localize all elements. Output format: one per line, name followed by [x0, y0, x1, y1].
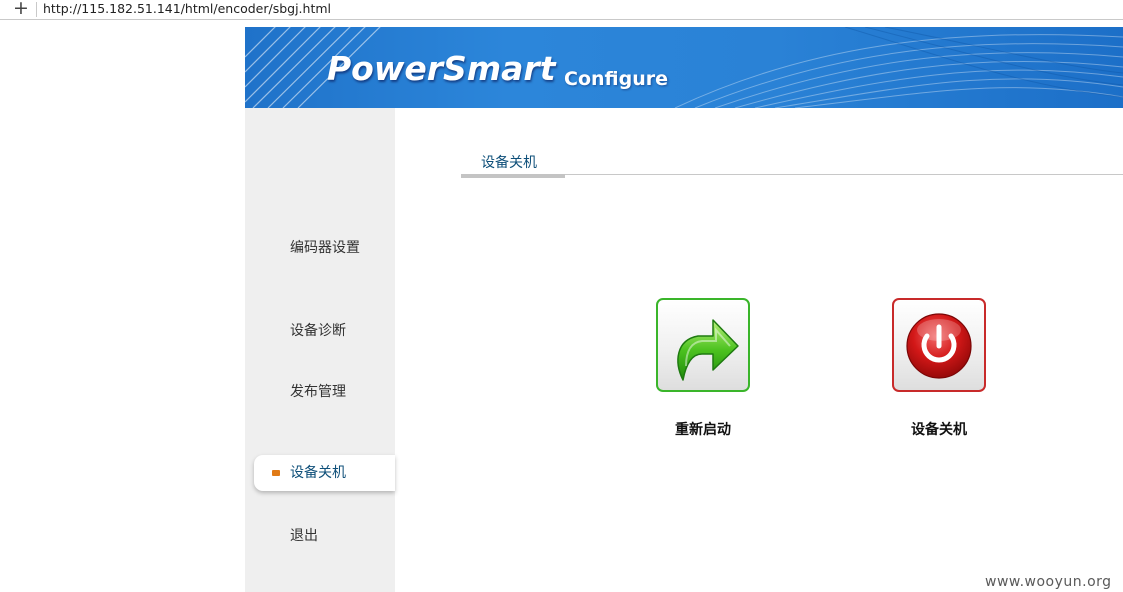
- banner-subtitle: Configure: [564, 68, 668, 90]
- browser-address-bar: + http://115.182.51.141/html/encoder/sbg…: [0, 0, 1123, 20]
- sidebar-item-publish-management[interactable]: 发布管理: [290, 382, 346, 402]
- active-marker-icon: [272, 470, 280, 476]
- tab-device-shutdown[interactable]: 设备关机: [481, 153, 537, 173]
- brand-logo: PowerSmart: [327, 49, 556, 88]
- shutdown-label: 设备关机: [911, 422, 967, 438]
- sidebar-item-encoder-settings[interactable]: 编码器设置: [290, 238, 360, 258]
- sidebar-item-device-diagnostics[interactable]: 设备诊断: [290, 321, 346, 341]
- shutdown-button[interactable]: [892, 298, 986, 392]
- power-icon: [906, 313, 972, 379]
- restart-arrow-icon: [677, 319, 739, 381]
- tab-active-underline: [461, 174, 565, 178]
- restart-label: 重新启动: [675, 422, 731, 438]
- address-divider: [36, 2, 37, 17]
- url-field[interactable]: http://115.182.51.141/html/encoder/sbgj.…: [43, 1, 331, 17]
- sidebar: 编码器设置 设备诊断 发布管理 设备关机 退出: [245, 108, 395, 592]
- sidebar-item-device-shutdown[interactable]: 设备关机: [254, 455, 395, 491]
- watermark-text: www.wooyun.org: [985, 574, 1112, 590]
- sidebar-item-logout[interactable]: 退出: [290, 526, 318, 546]
- header-banner: PowerSmart Configure: [245, 27, 1123, 108]
- sidebar-item-label: 设备关机: [290, 465, 346, 481]
- restart-button[interactable]: [656, 298, 750, 392]
- new-tab-icon[interactable]: +: [9, 0, 33, 18]
